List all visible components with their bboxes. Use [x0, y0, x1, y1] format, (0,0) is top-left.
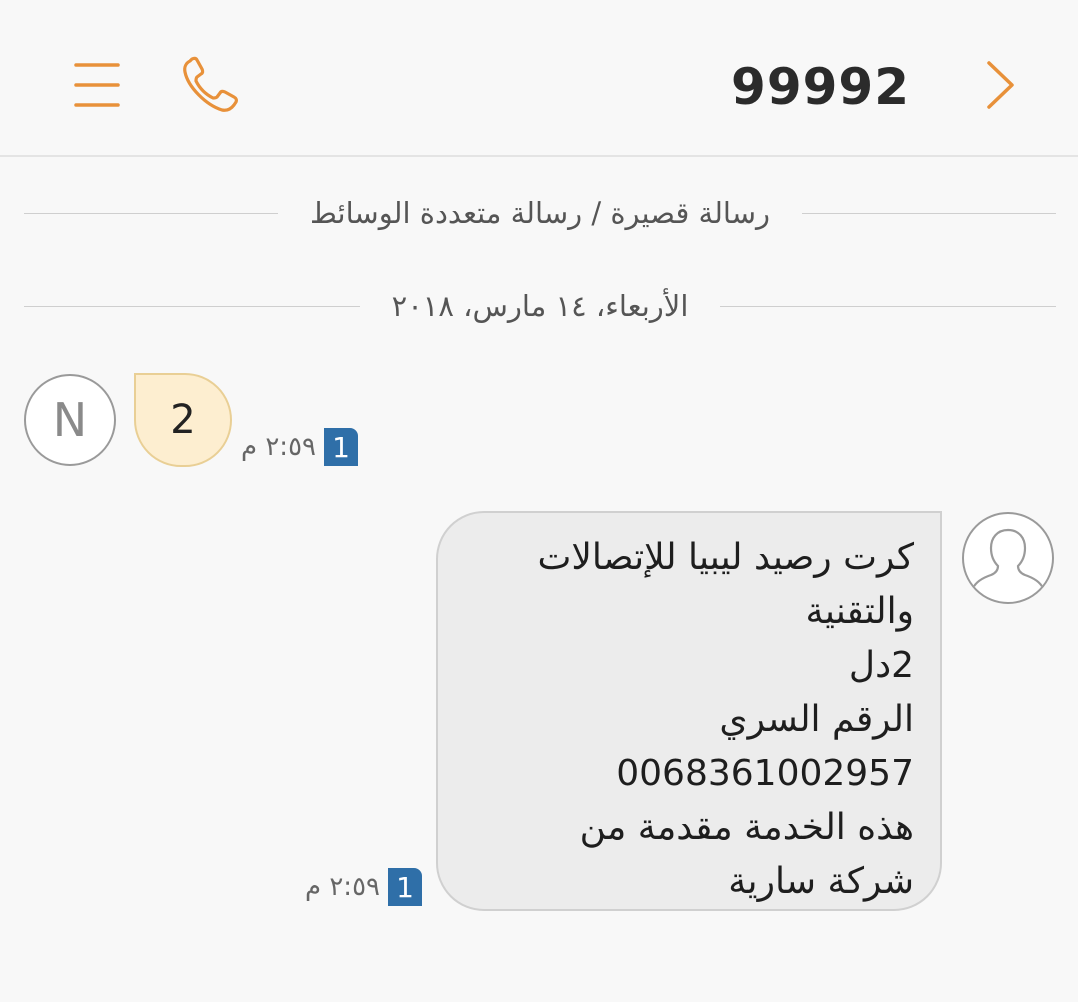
- sim-badge: 1: [324, 428, 358, 466]
- message-line: هذه الخدمة مقدمة من: [579, 807, 914, 848]
- date-divider: الأربعاء، ١٤ مارس، ٢٠١٨: [24, 284, 1057, 328]
- message-type-divider: رسالة قصيرة / رسالة متعددة الوسائط: [24, 190, 1057, 236]
- incoming-message-bubble[interactable]: 2: [134, 373, 232, 467]
- message-line: الرقم السري: [719, 699, 914, 740]
- message-line: كرت رصيد ليبيا للإتصالات: [537, 537, 914, 578]
- divider-line: [802, 212, 1057, 214]
- message-line: شركة سارية: [728, 861, 914, 902]
- menu-button[interactable]: [62, 50, 132, 120]
- message-line: والتقنية: [805, 591, 914, 632]
- message-line: 2دل: [848, 645, 914, 686]
- message-time: ٢:٥٩ م: [304, 872, 380, 902]
- chevron-right-icon: [987, 61, 1014, 109]
- contact-avatar[interactable]: N: [24, 374, 116, 466]
- conversation-title: 99992: [731, 58, 910, 116]
- conversation-header: 99992: [0, 0, 1078, 157]
- menu-icon: [74, 63, 120, 107]
- divider-line: [24, 305, 360, 307]
- user-avatar[interactable]: [962, 512, 1054, 604]
- divider-line: [720, 305, 1057, 307]
- call-button[interactable]: [170, 50, 250, 120]
- message-type-label: رسالة قصيرة / رسالة متعددة الوسائط: [309, 196, 771, 230]
- sim-badge: 1: [388, 868, 422, 906]
- divider-line: [24, 212, 278, 214]
- date-label: الأربعاء، ١٤ مارس، ٢٠١٨: [391, 289, 689, 323]
- phone-icon: [183, 56, 238, 112]
- message-line-pin: 0068361002957: [616, 753, 914, 794]
- outgoing-message-bubble[interactable]: كرت رصيد ليبيا للإتصالات والتقنية 2دل ال…: [436, 511, 942, 911]
- back-button[interactable]: [965, 50, 1035, 120]
- person-icon: [971, 528, 1045, 590]
- message-time: ٢:٥٩ م: [240, 432, 316, 462]
